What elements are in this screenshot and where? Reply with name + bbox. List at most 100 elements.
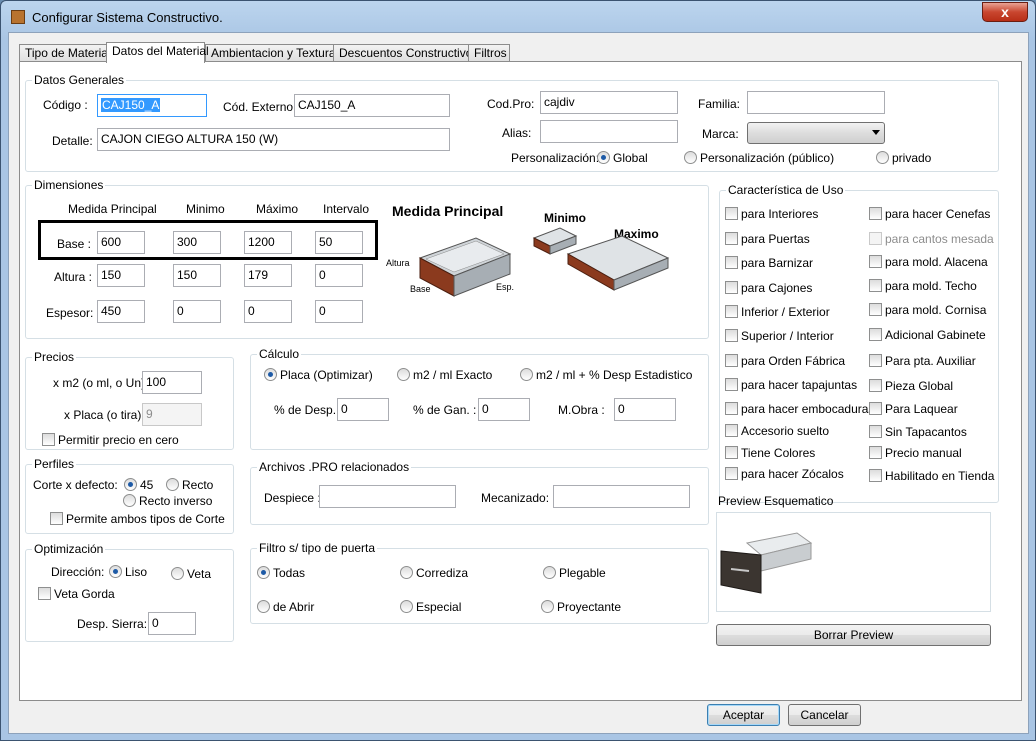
check-para-laquear[interactable]: Para Laquear bbox=[869, 402, 958, 416]
check-cantos-mesada[interactable]: para cantos mesada bbox=[869, 232, 994, 246]
base-label: Base : bbox=[57, 237, 92, 251]
codigo-input[interactable]: CAJ150_A bbox=[97, 94, 207, 117]
cod-externo-input[interactable]: CAJ150_A bbox=[294, 94, 450, 117]
check-zocalos[interactable]: para hacer Zócalos bbox=[725, 467, 844, 481]
tab-ambientacion[interactable]: Ambientacion y Texturas bbox=[205, 44, 342, 62]
check-cenefas[interactable]: para hacer Cenefas bbox=[869, 207, 990, 221]
espesor-medida-input[interactable]: 450 bbox=[97, 300, 145, 323]
radio-dir-veta[interactable]: Veta bbox=[171, 567, 211, 581]
tab-datos-material[interactable]: Datos del Material bbox=[106, 42, 209, 63]
tab-descuentos[interactable]: Descuentos Constructivos bbox=[333, 44, 478, 62]
alias-label: Alias: bbox=[502, 126, 532, 140]
group-precios: Precios x m2 (o ml, o Un) : 100 x Placa … bbox=[25, 350, 234, 450]
check-precio-manual[interactable]: Precio manual bbox=[869, 446, 962, 460]
check-pta-auxiliar[interactable]: Para pta. Auxiliar bbox=[869, 354, 976, 368]
gan-input[interactable]: 0 bbox=[478, 398, 530, 421]
espesor-maximo-input[interactable]: 0 bbox=[244, 300, 292, 323]
check-inferior-exterior[interactable]: Inferior / Exterior bbox=[725, 305, 830, 319]
radio-filtro-todas[interactable]: Todas bbox=[257, 566, 305, 580]
detalle-input[interactable]: CAJON CIEGO ALTURA 150 (W) bbox=[97, 128, 450, 151]
check-para-puertas[interactable]: para Puertas bbox=[725, 232, 810, 246]
radio-pers-publico[interactable]: Personalización (público) bbox=[684, 151, 834, 165]
cancelar-button[interactable]: Cancelar bbox=[788, 704, 861, 726]
marca-select[interactable] bbox=[747, 122, 885, 144]
group-title: Archivos .PRO relacionados bbox=[257, 460, 412, 474]
radio-m2-exacto[interactable]: m2 / ml Exacto bbox=[397, 368, 492, 382]
check-permitir-cero[interactable]: Permitir precio en cero bbox=[42, 433, 179, 447]
radio-filtro-corrediza[interactable]: Corrediza bbox=[400, 566, 468, 580]
radio-corte-recto[interactable]: Recto bbox=[166, 478, 213, 492]
radio-placa-optimizar[interactable]: Placa (Optimizar) bbox=[264, 368, 373, 382]
check-mold-techo[interactable]: para mold. Techo bbox=[869, 279, 977, 293]
familia-input[interactable] bbox=[747, 91, 885, 114]
group-datos-generales: Datos Generales Código : CAJ150_A Cód. E… bbox=[25, 73, 999, 172]
altura-medida-input[interactable]: 150 bbox=[97, 264, 145, 287]
mobra-label: M.Obra : bbox=[558, 403, 605, 417]
codigo-label: Código : bbox=[43, 98, 88, 112]
check-mold-alacena[interactable]: para mold. Alacena bbox=[869, 255, 988, 269]
check-pieza-global[interactable]: Pieza Global bbox=[869, 379, 953, 393]
radio-filtro-plegable[interactable]: Plegable bbox=[543, 566, 606, 580]
alias-input[interactable] bbox=[540, 120, 678, 143]
check-tiene-colores[interactable]: Tiene Colores bbox=[725, 446, 815, 460]
direccion-label: Dirección: bbox=[51, 565, 105, 579]
group-filtro-puerta: Filtro s/ tipo de puerta Todas Corrediza… bbox=[250, 541, 709, 624]
dialog-client: Tipo de Material Datos del Material Ambi… bbox=[8, 32, 1029, 734]
diagram-base-label: Base bbox=[410, 284, 431, 294]
base-intervalo-input[interactable]: 50 bbox=[315, 231, 363, 254]
desp-sierra-input[interactable]: 0 bbox=[148, 612, 196, 635]
base-maximo-input[interactable]: 1200 bbox=[244, 231, 292, 254]
aceptar-button[interactable]: Aceptar bbox=[707, 704, 780, 726]
altura-intervalo-input[interactable]: 0 bbox=[315, 264, 363, 287]
check-permite-ambos[interactable]: Permite ambos tipos de Corte bbox=[50, 512, 225, 526]
cod-pro-input[interactable]: cajdiv bbox=[540, 91, 678, 114]
xplaca-input[interactable]: 9 bbox=[142, 403, 202, 426]
check-embocaduras[interactable]: para hacer embocaduras bbox=[725, 402, 874, 416]
espesor-minimo-input[interactable]: 0 bbox=[173, 300, 221, 323]
check-orden-fabrica[interactable]: para Orden Fábrica bbox=[725, 354, 845, 368]
tab-page-datos-material: Datos Generales Código : CAJ150_A Cód. E… bbox=[19, 61, 1022, 701]
close-button[interactable]: x bbox=[982, 2, 1028, 22]
altura-minimo-input[interactable]: 150 bbox=[173, 264, 221, 287]
title-bar: Configurar Sistema Constructivo. x bbox=[1, 1, 1035, 33]
check-mold-cornisa[interactable]: para mold. Cornisa bbox=[869, 303, 986, 317]
diagram-altura-label: Altura bbox=[386, 258, 410, 268]
base-medida-input[interactable]: 600 bbox=[97, 231, 145, 254]
check-superior-interior[interactable]: Superior / Interior bbox=[725, 329, 834, 343]
radio-pers-privado[interactable]: privado bbox=[876, 151, 931, 165]
corte-label: Corte x defecto: bbox=[33, 478, 118, 492]
diagram-esp-label: Esp. bbox=[496, 282, 514, 292]
radio-corte-recto-inverso[interactable]: Recto inverso bbox=[123, 494, 212, 508]
check-para-interiores[interactable]: para Interiores bbox=[725, 207, 818, 221]
mecanizado-input[interactable] bbox=[553, 485, 690, 508]
check-adicional-gabinete[interactable]: Adicional Gabinete bbox=[869, 328, 986, 342]
check-habilitado-tienda[interactable]: Habilitado en Tienda bbox=[869, 469, 994, 483]
altura-label: Altura : bbox=[54, 270, 93, 284]
tab-tipo-material[interactable]: Tipo de Material bbox=[19, 44, 111, 62]
espesor-intervalo-input[interactable]: 0 bbox=[315, 300, 363, 323]
mobra-input[interactable]: 0 bbox=[614, 398, 676, 421]
check-tapajuntas[interactable]: para hacer tapajuntas bbox=[725, 378, 857, 392]
radio-m2-desp[interactable]: m2 / ml + % Desp Estadistico bbox=[520, 368, 692, 382]
group-title: Característica de Uso bbox=[726, 183, 846, 197]
detalle-label: Detalle: bbox=[52, 134, 93, 148]
base-minimo-input[interactable]: 300 bbox=[173, 231, 221, 254]
radio-filtro-proyectante[interactable]: Proyectante bbox=[541, 600, 621, 614]
check-para-barnizar[interactable]: para Barnizar bbox=[725, 256, 813, 270]
check-sin-tapacantos[interactable]: Sin Tapacantos bbox=[869, 425, 967, 439]
radio-pers-global[interactable]: Global bbox=[597, 151, 648, 165]
altura-maximo-input[interactable]: 179 bbox=[244, 264, 292, 287]
xm2-input[interactable]: 100 bbox=[142, 371, 202, 394]
marca-label: Marca: bbox=[702, 127, 739, 141]
desp-input[interactable]: 0 bbox=[337, 398, 389, 421]
radio-corte-45[interactable]: 45 bbox=[124, 478, 153, 492]
radio-dir-liso[interactable]: Liso bbox=[109, 565, 147, 579]
check-veta-gorda[interactable]: Veta Gorda bbox=[38, 587, 115, 601]
despiece-input[interactable] bbox=[319, 485, 456, 508]
borrar-preview-button[interactable]: Borrar Preview bbox=[716, 624, 991, 646]
check-accesorio-suelto[interactable]: Accesorio suelto bbox=[725, 424, 829, 438]
radio-filtro-de-abrir[interactable]: de Abrir bbox=[257, 600, 314, 614]
radio-filtro-especial[interactable]: Especial bbox=[400, 600, 461, 614]
check-para-cajones[interactable]: para Cajones bbox=[725, 281, 812, 295]
tab-filtros[interactable]: Filtros bbox=[468, 44, 510, 62]
